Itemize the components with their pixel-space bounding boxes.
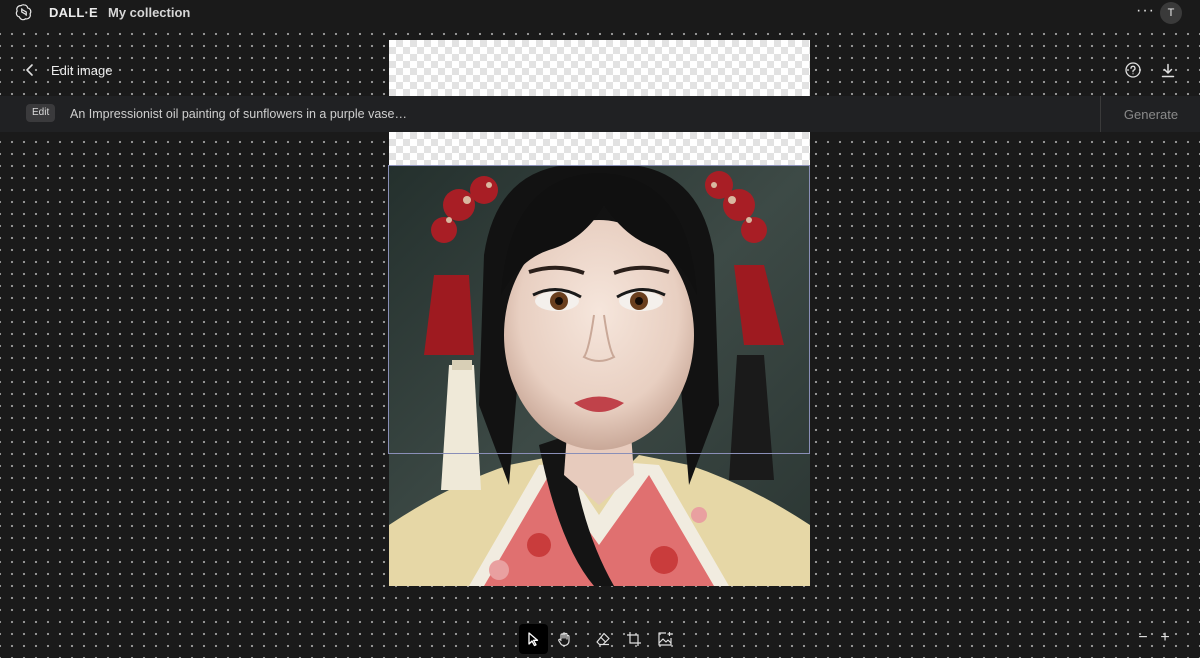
generate-button[interactable]: Generate xyxy=(1100,96,1200,132)
toolbar-divider xyxy=(581,624,587,654)
tool-bar xyxy=(519,624,679,654)
zoom-out-button[interactable]: − xyxy=(1136,629,1150,646)
select-arrow-icon xyxy=(528,632,539,647)
back-chevron-icon[interactable] xyxy=(23,63,37,77)
edit-badge: Edit xyxy=(26,104,56,122)
help-icon[interactable] xyxy=(1125,62,1141,78)
more-options-icon[interactable]: ··· xyxy=(1136,2,1155,20)
crop-tool[interactable] xyxy=(619,624,648,654)
add-image-tool[interactable] xyxy=(650,624,679,654)
editor-title: Edit image xyxy=(51,63,113,78)
download-icon[interactable] xyxy=(1161,63,1175,78)
select-tool[interactable] xyxy=(519,624,548,654)
prompt-bar: Edit Generate xyxy=(0,96,1200,132)
pan-tool[interactable] xyxy=(550,624,579,654)
hand-icon xyxy=(558,632,570,647)
zoom-controls: − + xyxy=(1136,629,1172,646)
user-avatar[interactable]: T xyxy=(1160,2,1182,24)
portrait-image[interactable] xyxy=(389,165,810,586)
brand-title[interactable]: DALL·E xyxy=(49,5,98,20)
openai-logo-icon[interactable] xyxy=(15,3,33,21)
zoom-in-button[interactable]: + xyxy=(1158,629,1172,646)
transparent-canvas-top[interactable] xyxy=(389,40,810,96)
crop-icon xyxy=(626,632,641,646)
eraser-icon xyxy=(596,632,610,646)
my-collection-link[interactable]: My collection xyxy=(108,5,190,20)
transparent-canvas-area[interactable] xyxy=(389,132,810,165)
portrait-illustration xyxy=(389,165,810,586)
top-bar: DALL·E My collection ··· T xyxy=(0,0,1200,24)
eraser-tool[interactable] xyxy=(588,624,617,654)
prompt-input[interactable] xyxy=(70,104,1080,124)
add-image-icon xyxy=(657,632,672,646)
